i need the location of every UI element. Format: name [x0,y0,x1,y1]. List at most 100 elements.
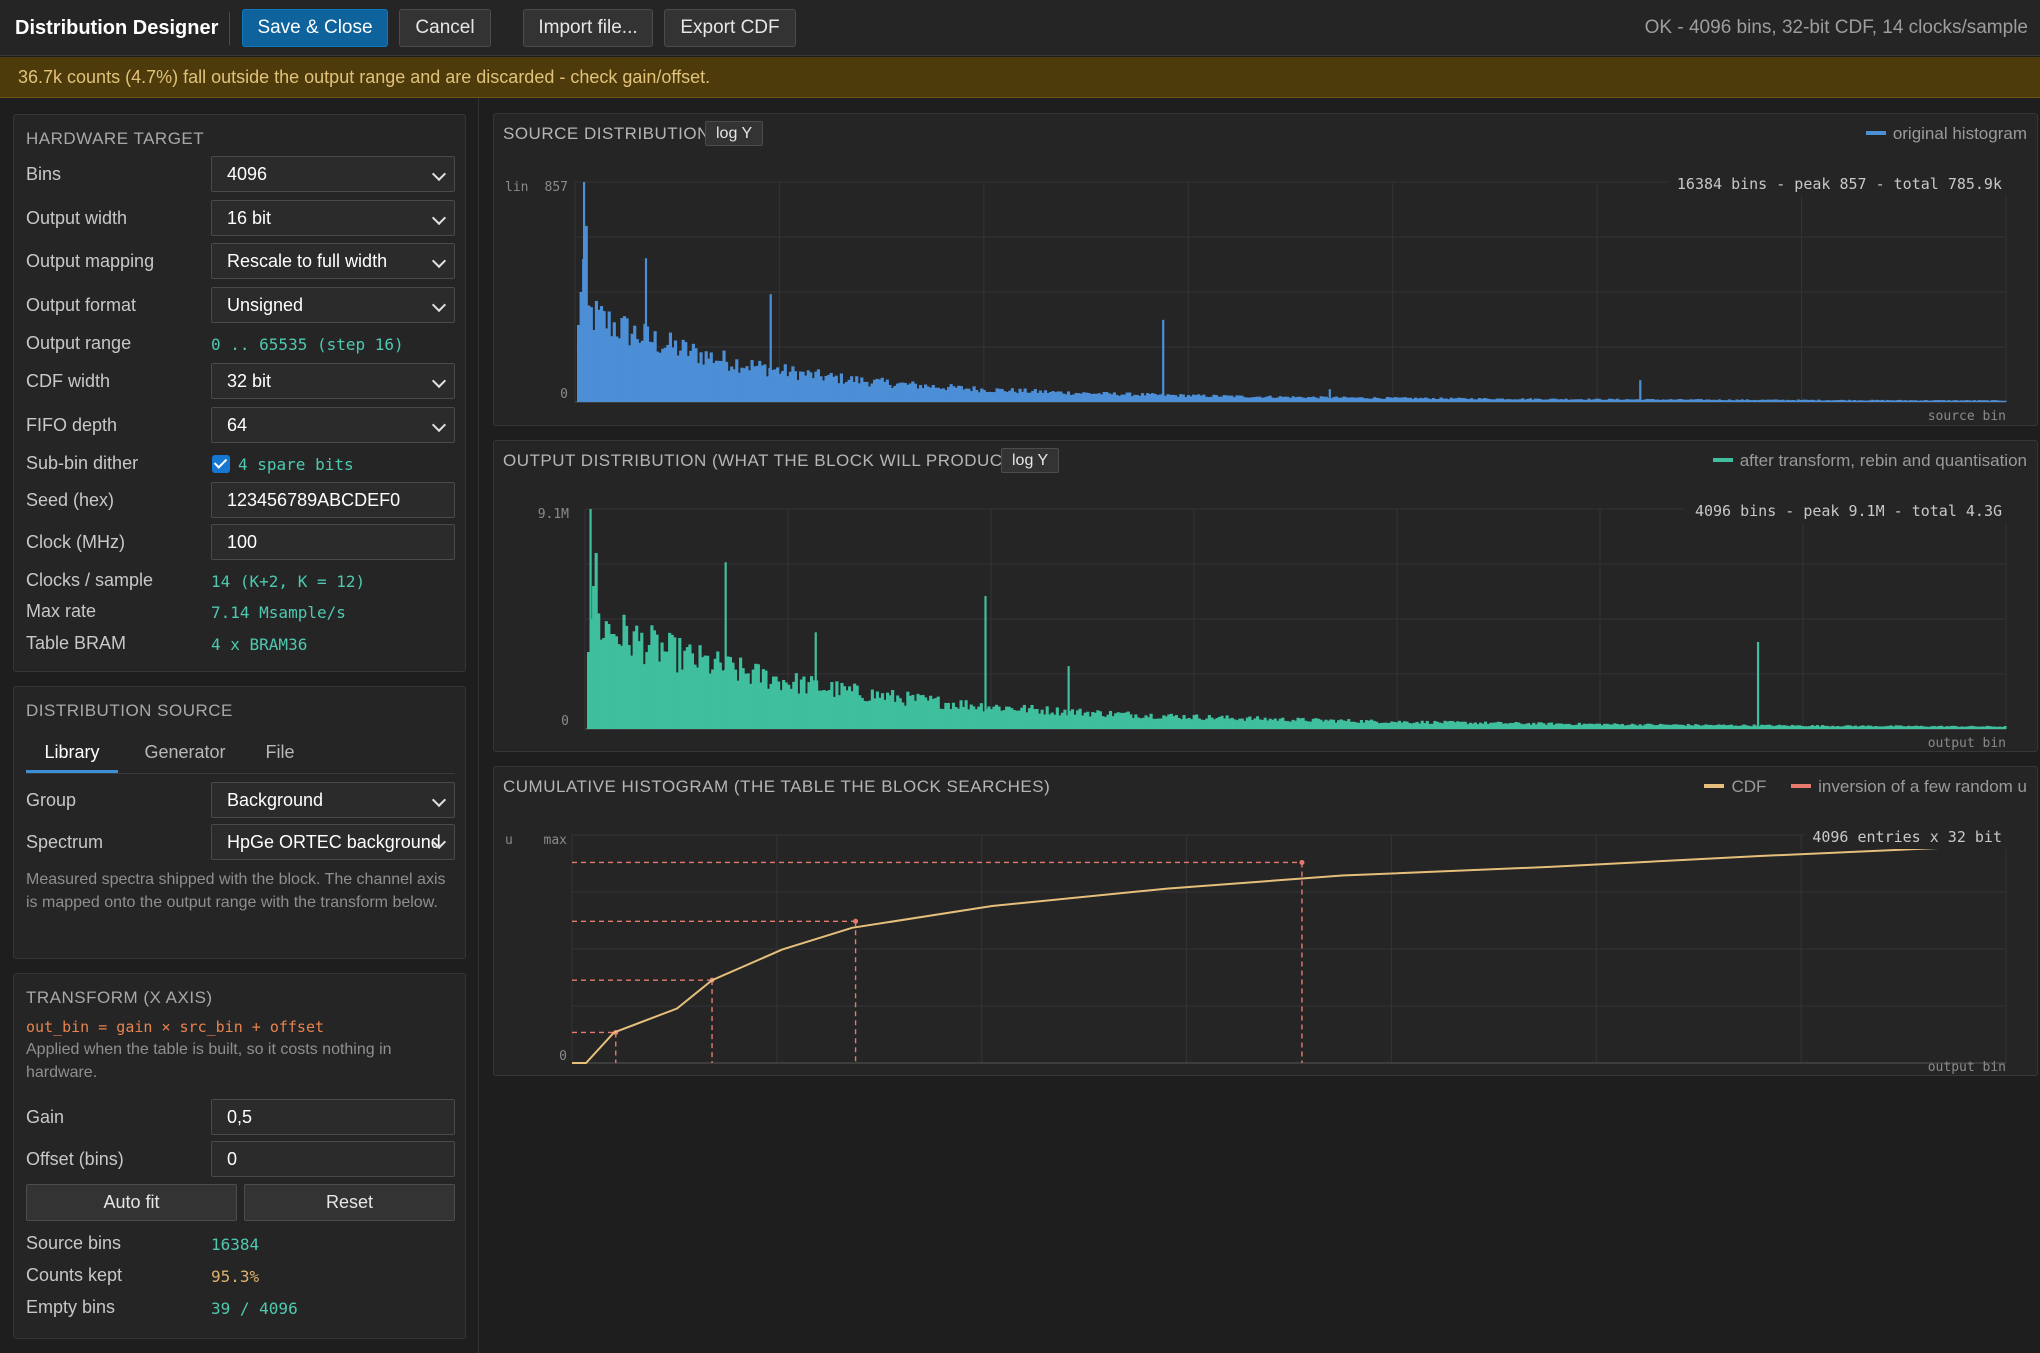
cumulative-histogram-panel: CUMULATIVE HISTOGRAM (THE TABLE THE BLOC… [493,766,2038,1076]
source-distribution-panel: SOURCE DISTRIBUTION log Y original histo… [493,113,2038,426]
chart-legend: original histogram [1865,124,2027,144]
y-max-label: max [544,833,568,848]
u-axis-label: u [505,833,513,848]
tab-library[interactable]: Library [26,735,118,773]
log-y-toggle[interactable]: log Y [1001,448,1060,473]
clock-input[interactable]: 100 [211,524,455,560]
sub-bin-dither-checkbox[interactable] [212,455,230,473]
output-format-label: Output format [26,295,137,315]
warning-banner: 36.7k counts (4.7%) fall outside the out… [0,57,2040,98]
tabs-divider [26,773,455,774]
output-mapping-select[interactable]: Rescale to full width [211,243,455,279]
gain-label: Gain [26,1107,65,1127]
clocks-per-sample-label: Clocks / sample [26,570,154,590]
tab-generator[interactable]: Generator [130,735,240,773]
offset-input[interactable]: 0 [211,1141,455,1177]
chart-info: 4096 entries x 32 bit [1812,828,2002,846]
source-bins-value: 16384 [211,1235,260,1254]
output-format-select[interactable]: Unsigned [211,287,455,323]
y-min-label: 0 [559,1049,567,1064]
histogram-peak [1067,666,1070,729]
sub-bin-dither-label: Sub-bin dither [26,453,139,473]
output-format-value: Unsigned [227,295,304,315]
histogram-peak [1756,641,1760,729]
transform-formula: out_bin = gain × src_bin + offset [26,1018,325,1036]
tab-file[interactable]: File [250,735,310,773]
save-close-button[interactable]: Save & Close [242,9,388,47]
table-bram-label: Table BRAM [26,633,127,653]
chart-grid [574,181,2007,403]
y-scale-label: lin [505,180,528,195]
seed-input[interactable]: 123456789ABCDEF0 [211,482,455,518]
bins-select[interactable]: 4096 [211,156,455,192]
chart-info: 4096 bins - peak 9.1M - total 4.3G [1695,502,2002,520]
legend-swatch [1712,457,1733,462]
log-y-toggle[interactable]: log Y [705,121,764,146]
sub-bin-dither-value: 4 spare bits [238,455,354,474]
chart-title: SOURCE DISTRIBUTION [503,124,710,143]
transform-description: Applied when the table is built, so it c… [26,1041,392,1081]
legend-swatch-cdf [1704,783,1725,788]
toolbar: Distribution Designer Save & Close Cance… [0,0,2040,56]
chevron-down-icon [431,210,447,226]
inversion-point [1299,859,1305,865]
output-width-label: Output width [26,208,128,228]
export-cdf-button[interactable]: Export CDF [664,9,796,47]
y-max-label: 9.1M [538,507,569,522]
app-title: Distribution Designer [15,17,219,39]
cdf-width-select[interactable]: 32 bit [211,363,455,399]
distribution-source-panel: DISTRIBUTION SOURCE Library Generator Fi… [13,686,466,959]
legend-label: original histogram [1892,124,2027,143]
gain-input[interactable]: 0,5 [211,1099,455,1135]
seed-label: Seed (hex) [26,490,115,510]
y-min-label: 0 [560,387,568,402]
histogram-bar [2003,726,2007,729]
import-file-button[interactable]: Import file... [523,9,653,47]
output-width-value: 16 bit [227,208,272,228]
spectrum-label: Spectrum [26,832,104,852]
empty-bins-label: Empty bins [26,1297,116,1317]
legend-swatch [1865,130,1886,135]
y-scale-label: lin [505,481,528,485]
output-width-select[interactable]: 16 bit [211,200,455,236]
sidebar: HARDWARE TARGET Bins 4096 Output width 1… [0,98,479,1353]
source-histogram-chart: lin 857 0 16384 bins - peak 857 - total … [505,172,2009,424]
cdf-width-value: 32 bit [227,371,272,391]
fifo-depth-label: FIFO depth [26,415,118,435]
chevron-down-icon [431,253,447,269]
max-rate-label: Max rate [26,601,97,621]
inversion-lines [572,859,1305,1063]
chart-legend: CDF inversion of a few random u [1704,777,2027,797]
empty-bins-value: 39 / 4096 [211,1299,298,1318]
cdf-chart: u max 0 4096 entries x 32 bit output bin [505,825,2009,1075]
max-rate-value: 7.14 Msample/s [211,603,346,622]
panel-title: DISTRIBUTION SOURCE [26,701,233,720]
legend-label-cdf: CDF [1731,777,1767,796]
legend-label: after transform, rebin and quantisation [1739,451,2027,470]
fifo-depth-select[interactable]: 64 [211,407,455,443]
clocks-per-sample-value: 14 (K+2, K = 12) [211,572,366,591]
group-select[interactable]: Background [211,782,455,818]
cdf-width-label: CDF width [26,371,111,391]
output-range-value: 0 .. 65535 (step 16) [211,335,404,354]
spectrum-select[interactable]: HpGe ORTEC background [211,824,455,860]
chevron-down-icon [431,166,447,182]
chart-title: CUMULATIVE HISTOGRAM (THE TABLE THE BLOC… [503,777,1051,796]
spectrum-value: HpGe ORTEC background [227,832,441,852]
chart-title: OUTPUT DISTRIBUTION (WHAT THE BLOCK WILL… [503,451,1021,470]
group-label: Group [26,790,77,810]
counts-kept-value: 95.3% [211,1267,260,1286]
bins-label: Bins [26,164,62,184]
cdf-curve [572,844,2007,1064]
cancel-button[interactable]: Cancel [399,9,491,47]
source-description: Measured spectra shipped with the block.… [26,871,446,911]
output-histogram-chart: lin 9.1M 0 4096 bins - peak 9.1M - total… [505,481,2009,751]
auto-fit-button[interactable]: Auto fit [26,1184,237,1221]
status-text: OK - 4096 bins, 32-bit CDF, 14 clocks/sa… [1644,17,2028,38]
chevron-down-icon [431,373,447,389]
clock-label: Clock (MHz) [26,532,125,552]
x-axis-label: source bin [1928,409,2006,424]
panel-title: HARDWARE TARGET [26,129,205,148]
y-min-label: 0 [561,714,569,729]
reset-button[interactable]: Reset [244,1184,455,1221]
